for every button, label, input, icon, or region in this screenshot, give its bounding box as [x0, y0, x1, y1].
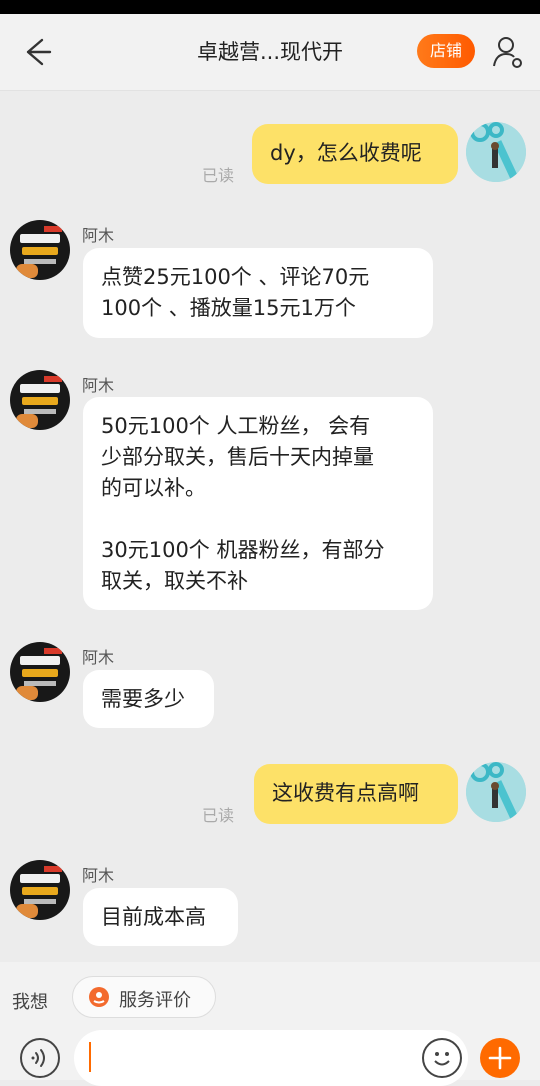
my-avatar[interactable] [466, 762, 526, 822]
shop-avatar[interactable] [10, 220, 70, 280]
back-arrow-icon[interactable] [20, 36, 52, 68]
message-bubble-received[interactable]: 目前成本高 [83, 888, 238, 946]
message-bubble-received[interactable]: 点赞25元100个 、评论70元 100个 、播放量15元1万个 [83, 248, 433, 338]
message-bubble-sent[interactable]: 这收费有点高啊 [254, 764, 458, 824]
emoji-icon[interactable] [422, 1038, 462, 1078]
quick-reply-label: 我想 [12, 992, 48, 1013]
message-line: 50元100个 人工粉丝， 会有 [101, 414, 371, 438]
message-bubble-sent[interactable]: dy，怎么收费呢 [252, 124, 458, 184]
sender-name: 阿木 [82, 376, 115, 395]
shop-button[interactable]: 店铺 [417, 34, 475, 68]
review-icon [89, 987, 109, 1007]
plus-icon[interactable] [480, 1038, 520, 1078]
sender-name: 阿木 [82, 648, 115, 667]
message-line: 点赞25元100个 、评论70元 [101, 265, 370, 289]
read-status: 已读 [202, 806, 235, 825]
chat-title: 卓越营...现代开 [196, 40, 344, 64]
read-status: 已读 [202, 166, 235, 185]
sender-name: 阿木 [82, 226, 115, 245]
shop-avatar[interactable] [10, 370, 70, 430]
message-line: 少部分取关，售后十天内掉量 [101, 445, 374, 469]
message-line: 30元100个 机器粉丝，有部分 [101, 538, 385, 562]
chat-area[interactable]: 已读 dy，怎么收费呢 阿木 点赞25元100个 、评论70元 100个 、播放… [0, 90, 540, 962]
message-input[interactable] [74, 1030, 468, 1086]
service-review-label: 服务评价 [119, 990, 191, 1011]
message-line: 的可以补。 [101, 476, 206, 500]
shop-avatar[interactable] [10, 642, 70, 702]
user-settings-icon[interactable] [492, 34, 524, 70]
service-review-chip[interactable]: 服务评价 [72, 976, 216, 1018]
message-line: 取关，取关不补 [101, 569, 248, 593]
input-panel: 我想 服务评价 [0, 962, 540, 1086]
sender-name: 阿木 [82, 866, 115, 885]
message-line: 100个 、播放量15元1万个 [101, 296, 356, 320]
my-avatar[interactable] [466, 122, 526, 182]
message-bubble-received[interactable]: 50元100个 人工粉丝， 会有 少部分取关，售后十天内掉量 的可以补。 30元… [83, 397, 433, 610]
text-cursor [89, 1042, 91, 1072]
chat-header: 卓越营...现代开 店铺 [0, 14, 540, 91]
message-bubble-received[interactable]: 需要多少 [83, 670, 214, 728]
voice-icon[interactable] [20, 1038, 60, 1078]
shop-avatar[interactable] [10, 860, 70, 920]
status-bar [0, 0, 540, 14]
